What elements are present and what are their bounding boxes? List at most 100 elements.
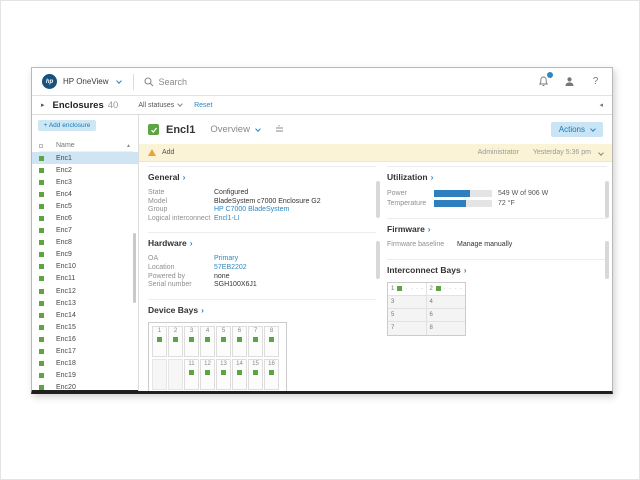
- device-bay-number: 5: [222, 328, 225, 335]
- status-ok-icon: [397, 286, 402, 291]
- enclosure-row[interactable]: Enc11: [32, 273, 138, 285]
- status-filter-dropdown[interactable]: All statuses: [138, 102, 182, 109]
- interconnect-bays-section-header[interactable]: Interconnect Bays ›: [387, 265, 607, 275]
- enclosure-row[interactable]: Enc14: [32, 309, 138, 321]
- sidebar: + Add enclosure Name ▲ Enc1Enc2Enc3Enc4E…: [32, 115, 139, 391]
- utilization-section-header[interactable]: Utilization ›: [387, 172, 607, 182]
- enclosure-row[interactable]: Enc20: [32, 382, 138, 391]
- left-column-scrollbar[interactable]: [376, 241, 380, 279]
- banner-task-label: Add: [162, 149, 174, 156]
- status-ok-icon: [221, 370, 226, 375]
- enclosure-row[interactable]: Enc4: [32, 188, 138, 200]
- enclosure-row[interactable]: Enc6: [32, 212, 138, 224]
- status-ok-icon: [157, 337, 162, 342]
- detail-value-link[interactable]: HP C7000 BladeSystem: [214, 206, 289, 215]
- detail-value-link[interactable]: Primary: [214, 255, 238, 264]
- alerts-bell-icon[interactable]: [537, 75, 550, 88]
- interconnect-bay-empty: 6: [427, 309, 466, 322]
- status-ok-icon: [39, 204, 44, 209]
- device-bays-section: Device Bays › 12345678111213141516: [148, 299, 376, 391]
- hp-logo: hp: [42, 74, 57, 89]
- reset-filter-link[interactable]: Reset: [194, 102, 212, 109]
- enclosure-row[interactable]: Enc19: [32, 370, 138, 382]
- right-column-scrollbar[interactable]: [605, 241, 609, 279]
- help-icon[interactable]: ?: [589, 75, 602, 88]
- status-ok-icon: [269, 370, 274, 375]
- list-header[interactable]: Name ▲: [39, 140, 133, 152]
- enclosure-row[interactable]: Enc18: [32, 358, 138, 370]
- hardware-section-header[interactable]: Hardware ›: [148, 238, 376, 248]
- general-section: General › StateConfiguredModelBladeSyste…: [148, 166, 376, 232]
- device-bays-section-header[interactable]: Device Bays ›: [148, 305, 376, 315]
- enclosure-row[interactable]: Enc12: [32, 285, 138, 297]
- utilization-bar: [434, 200, 492, 207]
- enclosure-row[interactable]: Enc8: [32, 237, 138, 249]
- interconnect-bay-number: 5: [391, 312, 394, 318]
- utilization-label: Power: [387, 190, 434, 197]
- detail-value-link[interactable]: Encl1-LI: [214, 215, 240, 224]
- right-column: Utilization › Power549 W of 906 WTempera…: [387, 166, 607, 345]
- general-rows: StateConfiguredModelBladeSystem c7000 En…: [148, 189, 376, 223]
- enclosure-name: Enc3: [56, 179, 72, 186]
- detail-label: Firmware baseline: [387, 241, 457, 250]
- enclosure-row[interactable]: Enc17: [32, 346, 138, 358]
- view-selector-dropdown[interactable]: Overview: [210, 124, 260, 135]
- enclosure-row[interactable]: Enc5: [32, 200, 138, 212]
- warning-triangle-icon: [148, 149, 156, 156]
- map-view-icon[interactable]: [275, 125, 284, 134]
- actions-button[interactable]: Actions: [551, 122, 603, 137]
- sort-ascending-icon: ▲: [126, 143, 131, 149]
- enclosure-name: Enc14: [56, 312, 76, 319]
- enclosure-row[interactable]: Enc2: [32, 164, 138, 176]
- enclosure-row[interactable]: Enc15: [32, 321, 138, 333]
- enclosure-row[interactable]: Enc9: [32, 249, 138, 261]
- status-ok-icon: [148, 124, 159, 135]
- main-panel: Encl1 Overview Actions: [139, 115, 612, 391]
- left-column-scrollbar[interactable]: [376, 181, 380, 218]
- interconnect-bay-empty: 8: [427, 322, 466, 335]
- device-bay-occupied: 13: [216, 359, 231, 390]
- device-bay-empty: [168, 359, 183, 390]
- general-section-header[interactable]: General ›: [148, 172, 376, 182]
- interconnect-bay-empty: 3: [388, 296, 427, 309]
- device-bay-occupied: 11: [184, 359, 199, 390]
- brand-menu-chevron-down-icon[interactable]: [116, 78, 122, 84]
- enclosure-row[interactable]: Enc3: [32, 176, 138, 188]
- interconnect-bay-empty: 7: [388, 322, 427, 335]
- status-column-icon: [39, 144, 43, 148]
- utilization-bar-fill: [434, 200, 466, 207]
- resource-count: 40: [108, 100, 119, 111]
- device-bay-occupied: 5: [216, 326, 231, 357]
- interconnect-module-text: - - - -: [405, 286, 424, 292]
- expand-menu-icon[interactable]: ▸: [41, 101, 45, 109]
- firmware-section-header[interactable]: Firmware ›: [387, 224, 607, 234]
- right-column-scrollbar[interactable]: [605, 181, 609, 218]
- user-menu-icon[interactable]: [563, 75, 576, 88]
- detail-label: Model: [148, 198, 214, 207]
- status-ok-icon: [39, 192, 44, 197]
- enclosure-row[interactable]: Enc16: [32, 333, 138, 345]
- topbar-divider: [133, 74, 134, 90]
- activity-banner[interactable]: Add Administrator Yesterday 5:36 pm: [139, 144, 612, 162]
- search-input[interactable]: [159, 77, 359, 87]
- interconnect-bay-number: 1: [391, 286, 394, 292]
- section-arrow-icon: ›: [183, 172, 186, 182]
- enclosure-row[interactable]: Enc10: [32, 261, 138, 273]
- add-enclosure-button[interactable]: + Add enclosure: [38, 120, 96, 131]
- collapse-panel-icon[interactable]: ◂: [599, 101, 603, 109]
- detail-value-link[interactable]: 57EB2202: [214, 264, 247, 273]
- enclosure-row[interactable]: Enc7: [32, 225, 138, 237]
- enclosure-row[interactable]: Enc13: [32, 297, 138, 309]
- status-ok-icon: [237, 337, 242, 342]
- person-icon: [564, 76, 575, 87]
- status-ok-icon: [39, 180, 44, 185]
- status-filter-chevron-down-icon: [177, 101, 183, 107]
- help-question-mark: ?: [593, 76, 599, 87]
- device-bay-number: 7: [254, 328, 257, 335]
- status-ok-icon: [39, 168, 44, 173]
- enclosure-row[interactable]: Enc1: [32, 152, 138, 164]
- utilization-section: Utilization › Power549 W of 906 WTempera…: [387, 166, 607, 218]
- sidebar-scrollbar[interactable]: [133, 233, 136, 303]
- device-bay-occupied: 6: [232, 326, 247, 357]
- status-ok-icon: [39, 276, 44, 281]
